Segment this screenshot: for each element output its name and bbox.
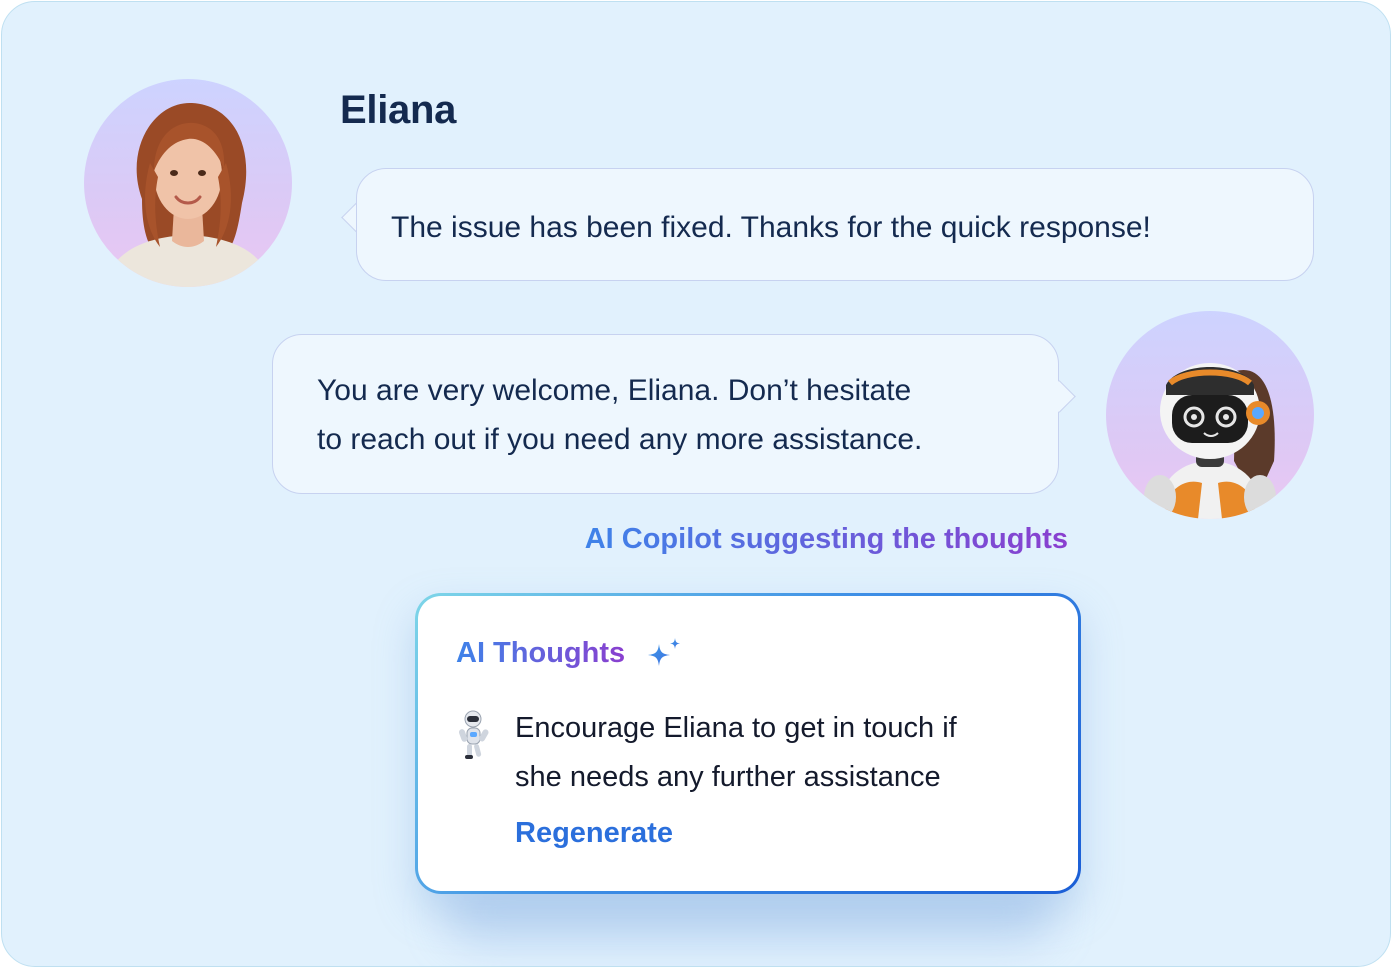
ai-suggestion-line: she needs any further assistance xyxy=(515,761,941,793)
bot-message-line: You are very welcome, Eliana. Don’t hesi… xyxy=(317,374,912,407)
sparkle-icon xyxy=(648,638,680,666)
ai-suggestion-line: Encourage Eliana to get in touch if xyxy=(515,712,957,744)
regenerate-button[interactable]: Regenerate xyxy=(515,817,673,850)
user-avatar xyxy=(84,79,292,287)
bot-message-line: to reach out if you need any more assist… xyxy=(317,423,923,456)
copilot-label: AI Copilot suggesting the thoughts xyxy=(584,523,1068,555)
ai-thoughts-card-body: AI Thoughts Encourage Eliana to get in t… xyxy=(418,596,1078,891)
ai-thoughts-card: AI Thoughts Encourage Eliana to get in t… xyxy=(415,593,1081,894)
ai-thoughts-title: AI Thoughts xyxy=(456,637,626,669)
robot-icon xyxy=(458,710,489,759)
bot-message-bubble: You are very welcome, Eliana. Don’t hesi… xyxy=(272,334,1059,494)
robot-avatar-icon xyxy=(1144,363,1276,519)
user-message-text: The issue has been fixed. Thanks for the… xyxy=(391,211,1151,244)
chat-panel: Eliana The issue has been fixed. Thanks … xyxy=(1,1,1391,967)
user-message-bubble: The issue has been fixed. Thanks for the… xyxy=(356,168,1314,281)
woman-avatar-icon xyxy=(104,102,272,287)
user-name: Eliana xyxy=(340,88,457,132)
bot-avatar xyxy=(1106,311,1314,519)
ai-suggestion-text: Encourage Eliana to get in touch if she … xyxy=(515,704,1035,802)
